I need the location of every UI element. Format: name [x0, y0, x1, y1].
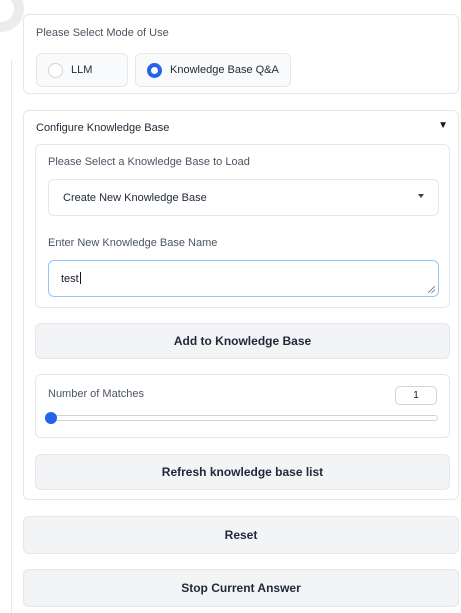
- matches-label: Number of Matches: [48, 388, 144, 400]
- kb-name-label: Enter New Knowledge Base Name: [48, 237, 218, 249]
- configure-kb-title[interactable]: Configure Knowledge Base: [36, 122, 169, 134]
- kb-name-input[interactable]: test: [48, 260, 439, 297]
- matches-slider-track[interactable]: [45, 412, 438, 424]
- mode-panel: Please Select Mode of Use LLM Knowledge …: [23, 14, 459, 94]
- stop-current-answer-button[interactable]: Stop Current Answer: [23, 569, 459, 607]
- matches-number-input[interactable]: 1: [395, 386, 437, 405]
- kb-select-value: Create New Knowledge Base: [63, 191, 207, 204]
- corner-arc: [0, 0, 24, 32]
- matches-slider-group: Number of Matches 1: [35, 374, 450, 438]
- text-cursor: [79, 272, 81, 284]
- configure-kb-panel: Configure Knowledge Base ▼ Please Select…: [23, 110, 459, 500]
- radio-llm-label: LLM: [71, 64, 93, 76]
- mode-label: Please Select Mode of Use: [36, 27, 169, 39]
- kb-selection-group: Please Select a Knowledge Base to Load C…: [35, 144, 450, 308]
- kb-name-value: test: [61, 273, 79, 285]
- page-edge-decoration: [0, 0, 24, 613]
- left-divider: [11, 60, 12, 613]
- radio-llm[interactable]: LLM: [36, 53, 128, 87]
- reset-button[interactable]: Reset: [23, 516, 459, 554]
- refresh-kb-list-button[interactable]: Refresh knowledge base list: [35, 454, 450, 490]
- radio-knowledge-base-qa[interactable]: Knowledge Base Q&A: [135, 53, 291, 87]
- radio-circle-unchecked-icon[interactable]: [48, 62, 63, 78]
- matches-slider-thumb[interactable]: [45, 412, 57, 424]
- radio-kb-label: Knowledge Base Q&A: [170, 64, 279, 76]
- kb-select-dropdown[interactable]: Create New Knowledge Base: [48, 179, 439, 216]
- resize-grip-icon[interactable]: [428, 286, 435, 293]
- dropdown-caret-icon: [418, 194, 424, 198]
- kb-select-label: Please Select a Knowledge Base to Load: [48, 156, 250, 168]
- collapse-triangle-icon[interactable]: ▼: [438, 120, 448, 131]
- add-to-kb-button[interactable]: Add to Knowledge Base: [35, 323, 450, 359]
- radio-circle-checked-icon[interactable]: [147, 62, 162, 78]
